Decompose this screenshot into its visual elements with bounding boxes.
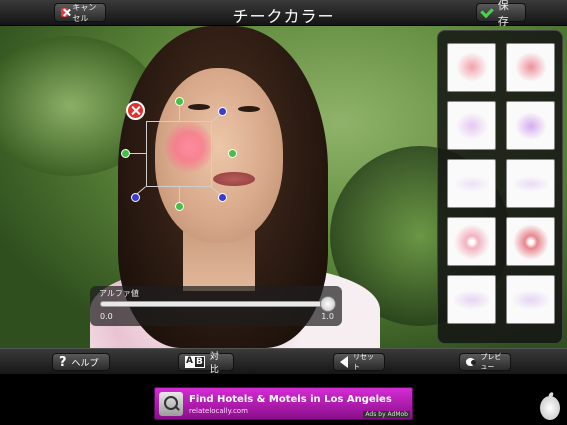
control-guide-line bbox=[128, 153, 146, 154]
swatch-lavender-highlight-2[interactable] bbox=[506, 159, 555, 208]
ad-byline: Ads by AdMob bbox=[363, 411, 410, 418]
resize-handle-left[interactable] bbox=[121, 149, 130, 158]
reset-label: リセット bbox=[353, 353, 374, 371]
help-label: ヘルプ bbox=[71, 358, 99, 369]
cheek-swatch-panel[interactable] bbox=[437, 30, 563, 344]
ad-banner[interactable]: Find Hotels & Motels in Los Angeles rela… bbox=[154, 387, 413, 420]
top-navigation-bar: キャンセル チークカラー 保存 bbox=[0, 0, 567, 28]
rotate-handle-bottom-left[interactable] bbox=[131, 193, 140, 202]
swatch-lavender-2[interactable] bbox=[506, 101, 555, 150]
rotate-handle-bottom-right[interactable] bbox=[218, 193, 227, 202]
cheek-transform-box[interactable] bbox=[146, 121, 212, 187]
swatch-lavender-highlight-1[interactable] bbox=[447, 159, 496, 208]
question-icon: ? bbox=[59, 354, 67, 370]
resize-handle-top[interactable] bbox=[175, 97, 184, 106]
alpha-slider-panel: アルファ値 0.0 1.0 bbox=[90, 286, 342, 326]
swatch-pink-cheek-1[interactable] bbox=[447, 43, 496, 92]
resize-handle-bottom[interactable] bbox=[175, 202, 184, 211]
subject-lips bbox=[213, 172, 255, 186]
save-button[interactable]: 保存 bbox=[476, 0, 526, 28]
preview-label: プレビュー bbox=[480, 353, 502, 371]
reset-button[interactable]: リセット bbox=[333, 353, 385, 371]
compare-label: 対比 bbox=[209, 352, 219, 375]
subject-eye-right bbox=[238, 106, 260, 112]
apple-logo-icon bbox=[540, 396, 560, 420]
help-button[interactable]: ? ヘルプ bbox=[52, 353, 110, 371]
alpha-label: アルファ値 bbox=[99, 289, 139, 298]
swatch-wing-2[interactable] bbox=[506, 275, 555, 324]
ad-title: Find Hotels & Motels in Los Angeles bbox=[189, 394, 392, 405]
eye-icon bbox=[466, 358, 476, 366]
alpha-slider-thumb[interactable] bbox=[320, 296, 336, 312]
alpha-min-value: 0.0 bbox=[100, 312, 113, 321]
swatch-lavender-1[interactable] bbox=[447, 101, 496, 150]
remove-overlay-button[interactable] bbox=[126, 101, 145, 120]
search-icon bbox=[159, 392, 183, 416]
resize-handle-right[interactable] bbox=[228, 149, 237, 158]
alpha-max-value: 1.0 bbox=[321, 312, 334, 321]
checkmark-icon bbox=[480, 4, 494, 18]
compare-button[interactable]: AB 対比 bbox=[178, 352, 234, 375]
rotate-handle-top-right[interactable] bbox=[218, 107, 227, 116]
swatch-pink-gloss-2[interactable] bbox=[506, 217, 555, 266]
swatch-wing-1[interactable] bbox=[447, 275, 496, 324]
preview-button[interactable]: プレビュー bbox=[459, 353, 511, 371]
ab-compare-icon: AB bbox=[185, 356, 205, 368]
swatch-pink-cheek-2[interactable] bbox=[506, 43, 555, 92]
swatch-pink-gloss-1[interactable] bbox=[447, 217, 496, 266]
ad-url: relatelocally.com bbox=[189, 407, 248, 415]
bottom-toolbar: ? ヘルプ AB 対比 リセット プレビュー bbox=[0, 348, 567, 375]
alpha-slider-track[interactable] bbox=[100, 301, 328, 307]
back-arrow-icon bbox=[340, 356, 348, 368]
save-label: 保存 bbox=[497, 0, 509, 28]
subject-eye-left bbox=[188, 104, 210, 110]
